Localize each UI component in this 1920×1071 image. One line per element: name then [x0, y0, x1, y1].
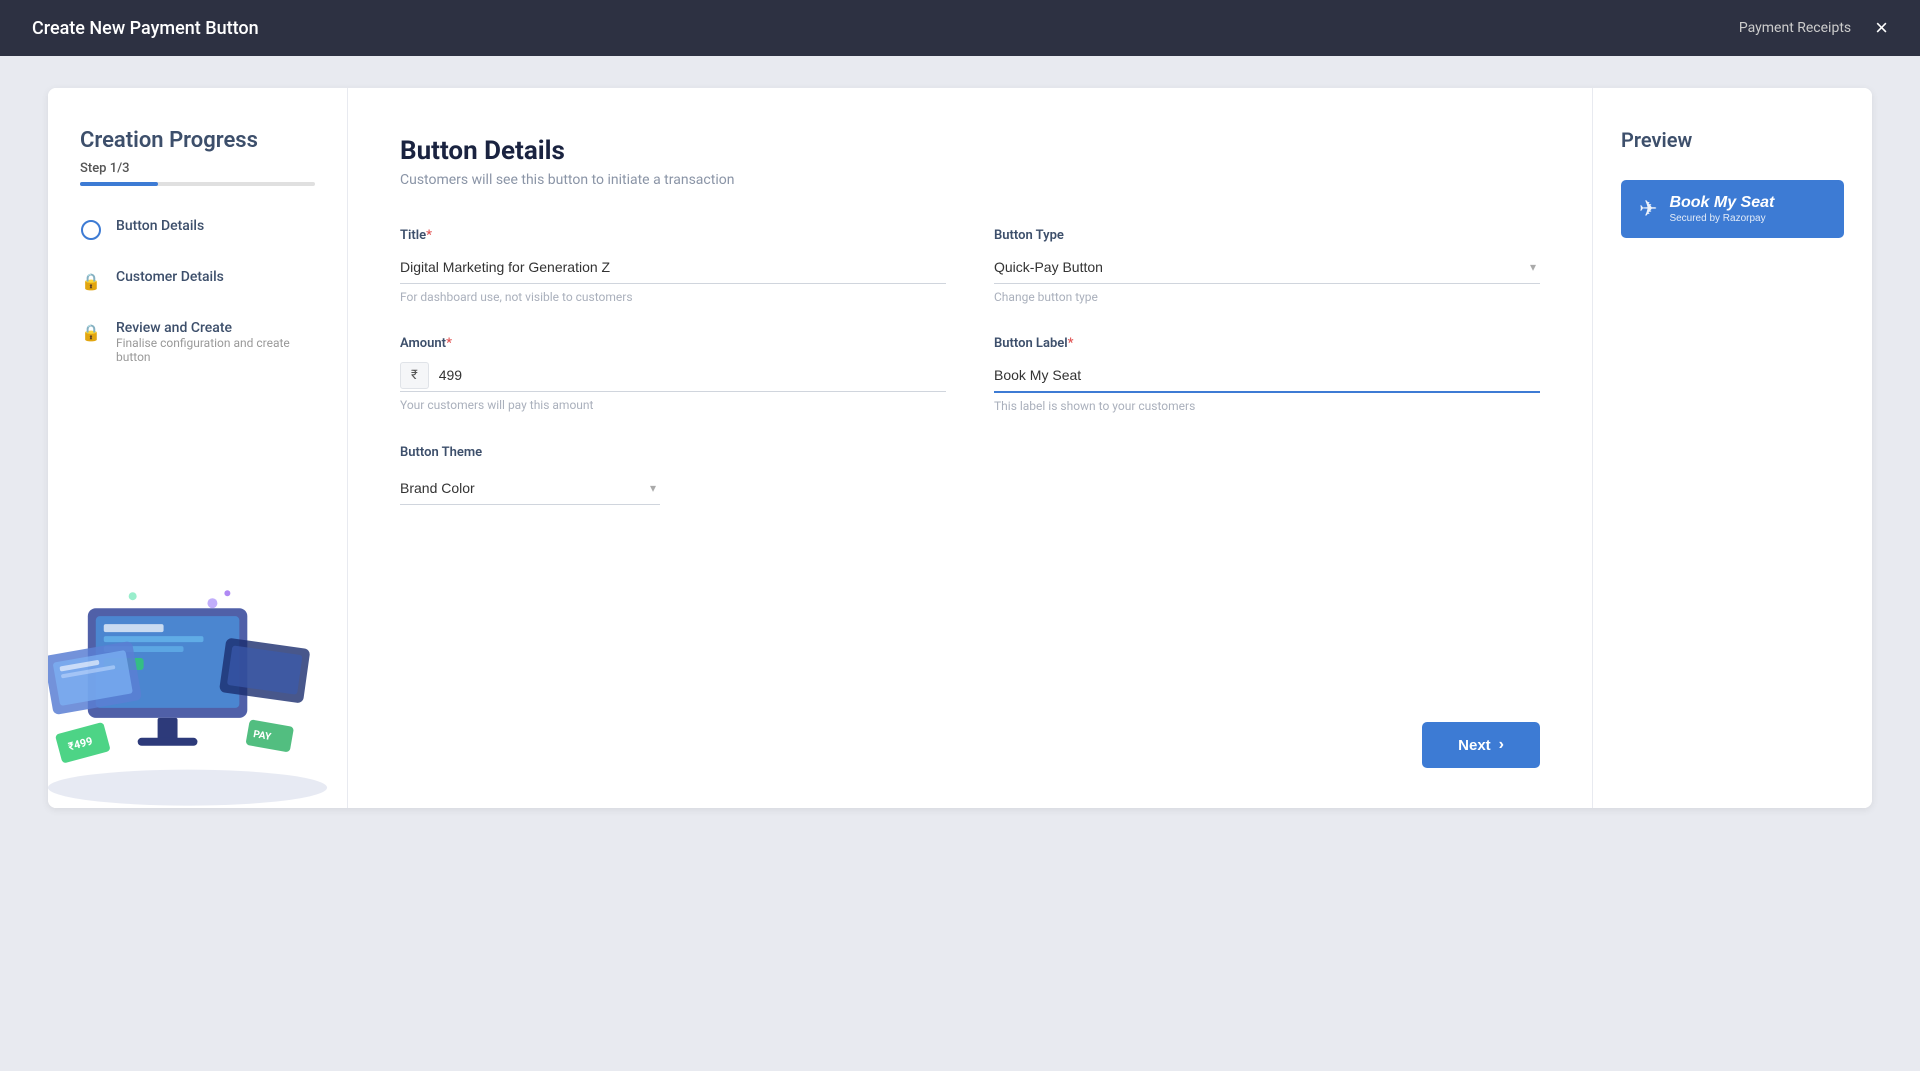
sidebar-illustration: ₹499 PAY [48, 528, 347, 808]
header-actions: Payment Receipts × [1739, 15, 1888, 41]
theme-label: Button Theme [400, 445, 660, 460]
progress-bar-fill [80, 182, 158, 186]
button-label-label: Button Label* [994, 336, 1540, 351]
step-icon-lock-2: 🔒 [80, 321, 102, 343]
lock-icon-2: 🔒 [81, 323, 101, 342]
amount-input-wrapper: ₹ [400, 359, 946, 392]
button-type-label: Button Type [994, 228, 1540, 243]
payment-receipts-link[interactable]: Payment Receipts [1739, 20, 1851, 36]
button-label-input[interactable] [994, 359, 1540, 393]
step-icon-active [80, 219, 102, 241]
form-group-theme: Button Theme Brand Color ▾ [400, 445, 660, 505]
currency-prefix: ₹ [400, 362, 429, 389]
step-text-review: Review and Create Finalise configuration… [116, 320, 315, 364]
form-footer: Next › [400, 698, 1540, 768]
button-type-select-wrapper: Quick-Pay Button ▾ [994, 251, 1540, 284]
lock-icon-1: 🔒 [81, 272, 101, 291]
step-label-button-details: Button Details [116, 218, 204, 234]
preview-panel: Preview ✈ Book My Seat Secured by Razorp… [1592, 88, 1872, 808]
step-label-review: Review and Create [116, 320, 315, 336]
next-button-label: Next [1458, 737, 1491, 754]
preview-button-icon: ✈ [1639, 196, 1657, 222]
title-input[interactable] [400, 251, 946, 284]
preview-title: Preview [1621, 128, 1844, 152]
form-group-button-label: Button Label* This label is shown to you… [994, 336, 1540, 413]
form-row-2: Amount* ₹ Your customers will pay this a… [400, 336, 1540, 413]
form-row-1: Title* For dashboard use, not visible to… [400, 228, 1540, 304]
form-group-button-type: Button Type Quick-Pay Button ▾ Change bu… [994, 228, 1540, 304]
card: Creation Progress Step 1/3 Button Detail… [48, 88, 1872, 808]
page-title: Create New Payment Button [32, 18, 259, 39]
step-text-customer-details: Customer Details [116, 269, 224, 285]
button-label-hint: This label is shown to your customers [994, 399, 1540, 413]
progress-bar [80, 182, 315, 186]
form-group-title: Title* For dashboard use, not visible to… [400, 228, 946, 304]
button-type-hint: Change button type [994, 290, 1540, 304]
form-title: Button Details [400, 136, 1540, 166]
amount-hint: Your customers will pay this amount [400, 398, 946, 412]
preview-button-sub: Secured by Razorpay [1669, 213, 1774, 224]
step-item-button-details[interactable]: Button Details [80, 218, 315, 241]
preview-button-text: Book My Seat Secured by Razorpay [1669, 194, 1774, 224]
step-icon-lock-1: 🔒 [80, 270, 102, 292]
amount-label: Amount* [400, 336, 946, 351]
step-item-review: 🔒 Review and Create Finalise configurati… [80, 320, 315, 364]
main-container: Creation Progress Step 1/3 Button Detail… [0, 56, 1920, 840]
next-button[interactable]: Next › [1422, 722, 1540, 768]
title-hint: For dashboard use, not visible to custom… [400, 290, 946, 304]
form-area: Button Details Customers will see this b… [348, 88, 1592, 808]
amount-input[interactable] [439, 359, 946, 391]
step-circle-active [81, 220, 101, 240]
next-arrow-icon: › [1499, 736, 1504, 754]
step-label-customer-details: Customer Details [116, 269, 224, 285]
header: Create New Payment Button Payment Receip… [0, 0, 1920, 56]
step-text-button-details: Button Details [116, 218, 204, 234]
theme-select[interactable]: Brand Color [400, 472, 660, 504]
sidebar-step: Step 1/3 [80, 161, 315, 176]
button-type-select[interactable]: Quick-Pay Button [994, 251, 1540, 283]
sidebar-title: Creation Progress [80, 128, 315, 153]
form-subtitle: Customers will see this button to initia… [400, 172, 1540, 188]
sidebar: Creation Progress Step 1/3 Button Detail… [48, 88, 348, 808]
preview-button-label: Book My Seat [1669, 194, 1774, 212]
step-item-customer-details: 🔒 Customer Details [80, 269, 315, 292]
theme-select-wrapper: Brand Color ▾ [400, 472, 660, 505]
preview-payment-button[interactable]: ✈ Book My Seat Secured by Razorpay [1621, 180, 1844, 238]
title-label: Title* [400, 228, 946, 243]
step-sublabel-review: Finalise configuration and create button [116, 336, 315, 364]
close-button[interactable]: × [1875, 15, 1888, 41]
form-group-amount: Amount* ₹ Your customers will pay this a… [400, 336, 946, 413]
